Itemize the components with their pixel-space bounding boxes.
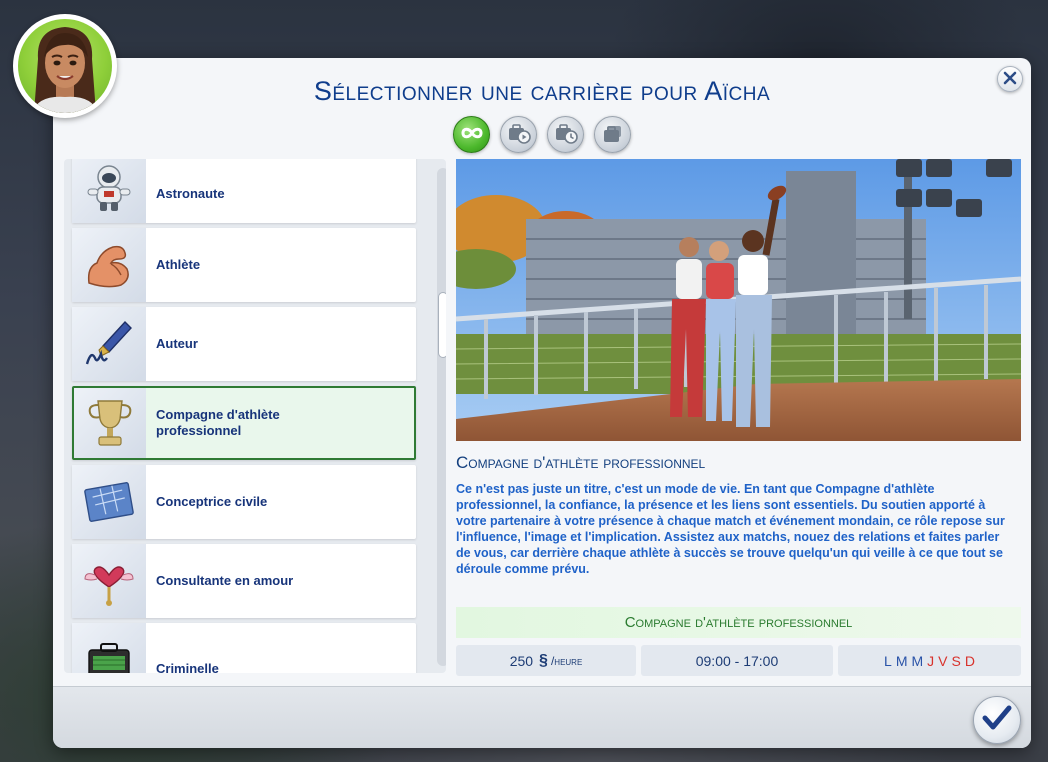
tab-freelance[interactable]: [594, 116, 631, 153]
list-item-conceptrice-civile[interactable]: Conceptrice civile: [72, 465, 416, 539]
career-label: Astronaute: [156, 186, 225, 201]
career-label: Consultante en amour: [156, 573, 294, 588]
career-label: Conceptrice civile: [156, 494, 268, 509]
day-sunday: D: [964, 652, 975, 669]
tab-full-time[interactable]: [453, 116, 490, 153]
part-time-job-icon: [507, 122, 531, 148]
close-icon: [1003, 70, 1017, 89]
blueprint-icon: [72, 465, 146, 539]
work-days: L M M J V S D: [838, 645, 1021, 676]
pay-amount: 250: [509, 652, 534, 669]
briefcase-stack-icon: [601, 122, 625, 148]
career-preview-image: [456, 159, 1021, 441]
day-thursday: J: [927, 652, 935, 669]
career-label: Criminelle: [156, 661, 219, 673]
career-list[interactable]: Astronaute Athlète Auteur Compagne d'ath…: [64, 159, 446, 673]
dialog-footer: [53, 686, 1031, 748]
flexed-arm-icon: [72, 228, 146, 302]
day-monday: L: [884, 652, 892, 669]
career-label: Compagne d'athlète professionnel: [156, 407, 280, 438]
career-info-row: 250 § /heure 09:00 - 17:00 L M M J V S D: [456, 645, 1021, 676]
list-item-auteur[interactable]: Auteur: [72, 307, 416, 381]
day-friday: V: [938, 652, 948, 669]
sim-portrait: [18, 19, 112, 113]
sim-avatar[interactable]: [13, 14, 117, 118]
confirm-button[interactable]: [973, 696, 1021, 744]
tab-part-time[interactable]: [500, 116, 537, 153]
career-label: Auteur: [156, 336, 198, 351]
list-item-consultante-amour[interactable]: Consultante en amour: [72, 544, 416, 618]
fountain-pen-icon: [72, 307, 146, 381]
scrollbar-thumb[interactable]: [438, 292, 446, 358]
simoleon-icon: §: [539, 651, 548, 669]
pay-rate: 250 § /heure: [456, 645, 636, 676]
day-saturday: S: [951, 652, 961, 669]
checkmark-icon: [982, 705, 1012, 735]
career-type-tabs: [453, 116, 631, 153]
work-hours: 09:00 - 17:00: [641, 645, 833, 676]
tab-odd-jobs[interactable]: [547, 116, 584, 153]
day-wednesday: M: [911, 652, 924, 669]
list-item-astronaute[interactable]: Astronaute: [72, 159, 416, 223]
career-label: Athlète: [156, 257, 201, 272]
infinity-icon: [459, 125, 485, 145]
money-briefcase-icon: [72, 623, 146, 673]
career-summary-title: Compagne d'athlète professionnel: [456, 607, 1021, 638]
day-tuesday: M: [895, 652, 908, 669]
clock-job-icon: [554, 122, 578, 148]
list-scrollbar[interactable]: [437, 168, 446, 666]
career-detail-title: Compagne d'athlète professionnel: [456, 453, 706, 472]
career-description: Ce n'est pas juste un titre, c'est un mo…: [456, 482, 1005, 576]
close-button[interactable]: [997, 66, 1023, 92]
dialog-title: Sélectionner une carrière pour Aïcha: [313, 76, 771, 106]
pay-unit: /heure: [550, 653, 583, 668]
list-item-criminelle[interactable]: Criminelle: [72, 623, 416, 673]
winged-heart-icon: [72, 544, 146, 618]
career-selection-dialog: Sélectionner une carrière pour Aïcha Ast…: [53, 58, 1031, 748]
list-item-athlete[interactable]: Athlète: [72, 228, 416, 302]
astronaut-icon: [72, 159, 146, 223]
list-item-compagne-athlete[interactable]: Compagne d'athlète professionnel: [72, 386, 416, 460]
trophy-icon: [74, 388, 146, 458]
